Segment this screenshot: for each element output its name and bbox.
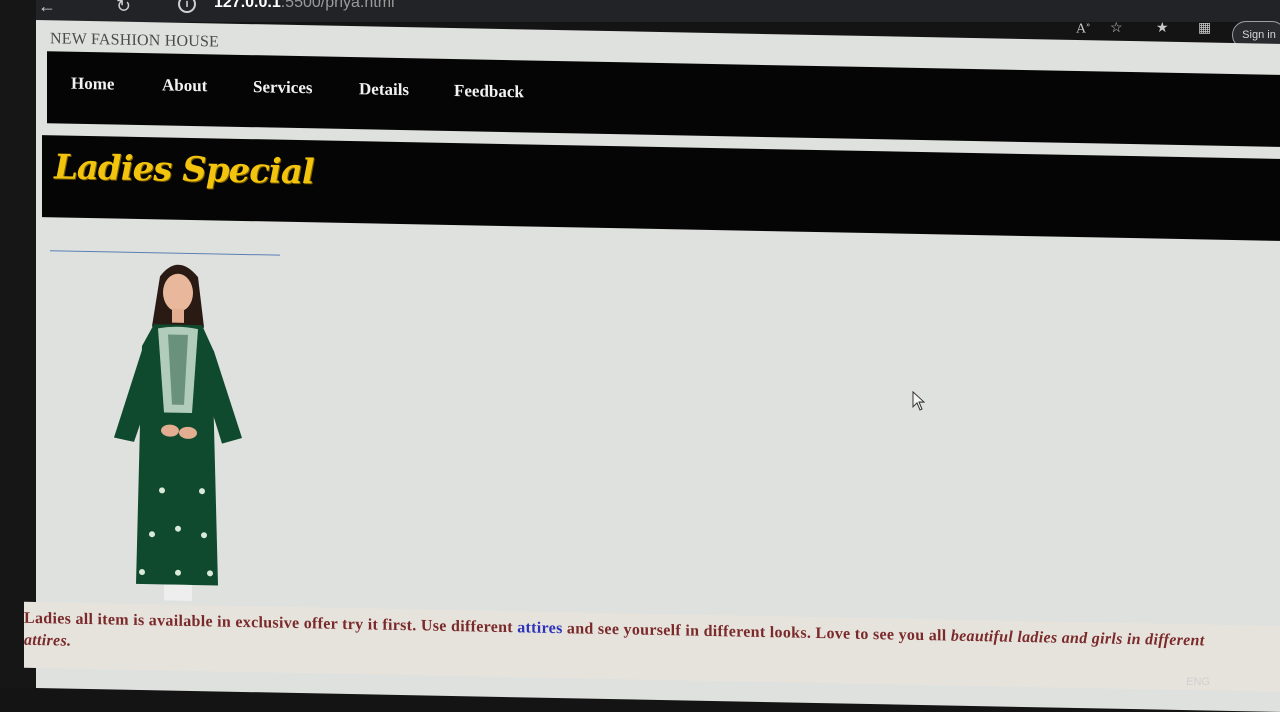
nav-feedback[interactable]: Feedback bbox=[454, 81, 524, 102]
nav-details[interactable]: Details bbox=[359, 79, 409, 100]
description-paragraph: Ladies all item is available in exclusiv… bbox=[24, 601, 1280, 693]
caption-text-1: Ladies all item is available in exclusiv… bbox=[24, 609, 518, 637]
section-banner: Ladies Special bbox=[42, 135, 1280, 242]
caption-italic-text: beautiful ladies and girls in different bbox=[950, 627, 1205, 650]
read-aloud-icon[interactable]: A» bbox=[1076, 20, 1090, 38]
back-arrow-icon[interactable]: ← bbox=[38, 0, 56, 17]
browser-toolbar: ← ↻ i 127.0.0.1:5500/priya.html bbox=[0, 0, 1280, 22]
caption-attires-link[interactable]: attires bbox=[517, 619, 562, 637]
web-page: NEW FASHION HOUSE Home About Services De… bbox=[24, 20, 1280, 712]
site-brand: NEW FASHION HOUSE bbox=[50, 30, 220, 51]
refresh-icon[interactable]: ↻ bbox=[116, 0, 131, 17]
collections-icon[interactable]: ▦ bbox=[1198, 20, 1211, 37]
favorites-icon[interactable]: ★ bbox=[1156, 20, 1169, 37]
product-image-green-kurta bbox=[114, 264, 242, 601]
nav-about[interactable]: About bbox=[162, 75, 207, 96]
cursor-icon bbox=[912, 390, 926, 411]
nav-home[interactable]: Home bbox=[71, 74, 114, 95]
caption-text-3: attires. bbox=[24, 631, 72, 650]
main-navbar: Home About Services Details Feedback bbox=[47, 51, 1280, 148]
favorites-add-icon[interactable]: ☆ bbox=[1110, 20, 1123, 37]
url-path: :5500/priya.html bbox=[280, 0, 395, 11]
screen-bezel bbox=[0, 0, 36, 688]
banner-title: Ladies Special bbox=[54, 147, 314, 193]
info-icon[interactable]: i bbox=[178, 0, 196, 13]
caption-text-2: and see yourself in different looks. Lov… bbox=[562, 620, 951, 645]
taskbar-language-indicator[interactable]: ENG bbox=[1186, 676, 1210, 688]
nav-services[interactable]: Services bbox=[253, 77, 312, 98]
url-host: 127.0.0.1 bbox=[214, 0, 281, 11]
address-bar[interactable]: 127.0.0.1:5500/priya.html bbox=[214, 0, 395, 12]
